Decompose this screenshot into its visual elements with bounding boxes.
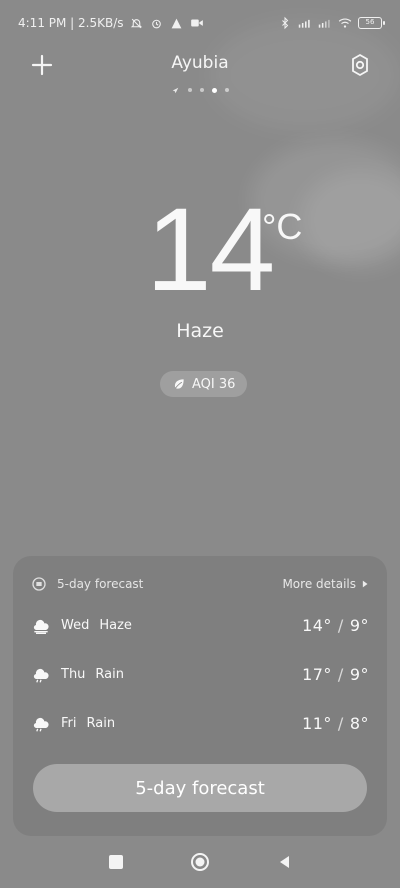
forecast-header: 5-day forecast More details — [31, 574, 369, 594]
home-circle-icon — [191, 853, 209, 871]
forecast-temperature: 14°/9° — [302, 616, 369, 635]
wifi-icon — [338, 16, 352, 30]
square-icon — [109, 855, 123, 869]
temperature-block: 14 °C — [0, 190, 400, 320]
forecast-title-group: 5-day forecast — [31, 576, 143, 592]
temperature-separator: / — [337, 615, 344, 635]
forecast-row-left: Wed Haze — [31, 615, 132, 635]
page-indicator — [0, 86, 400, 94]
current-condition: Haze — [176, 320, 224, 342]
forecast-condition: Rain — [95, 666, 124, 682]
video-camera-icon — [190, 16, 204, 30]
temperature-value: 14 — [146, 184, 275, 316]
forecast-day: Wed — [61, 617, 90, 633]
aqi-label: AQI 36 — [192, 376, 236, 392]
more-details-label: More details — [282, 577, 356, 591]
forecast-condition: Rain — [86, 715, 116, 731]
forecast-temperature: 17°/9° — [302, 665, 369, 684]
haze-icon — [31, 615, 51, 635]
signal-icon — [298, 16, 312, 30]
recent-apps-button[interactable] — [105, 851, 127, 873]
forecast-low: 9° — [349, 615, 369, 635]
home-button[interactable] — [189, 851, 211, 873]
status-right: 56 — [278, 16, 385, 30]
calendar-icon — [32, 577, 46, 591]
temperature-unit: °C — [262, 206, 303, 247]
page-dot-active[interactable] — [211, 87, 217, 93]
forecast-high: 14° — [302, 615, 332, 635]
time-and-speed: 4:11 PM | 2.5KB/s — [18, 16, 124, 30]
page-dot[interactable] — [224, 88, 229, 92]
location-arrow-icon — [172, 86, 180, 94]
leaf-icon — [174, 379, 184, 389]
forecast-temperature: 11°/8° — [302, 714, 369, 733]
settings-button[interactable] — [346, 51, 374, 79]
bluetooth-icon — [278, 16, 292, 30]
page-dot[interactable] — [199, 88, 204, 92]
forecast-row-left: Fri Rain — [31, 713, 115, 733]
forecast-row-thu[interactable]: Thu Rain 17°/9° — [31, 660, 369, 688]
forecast-low: 8° — [349, 713, 369, 733]
forecast-row-left: Thu Rain — [31, 664, 124, 684]
forecast-title: 5-day forecast — [57, 577, 144, 591]
mute-alarm-icon — [130, 16, 144, 30]
rain-icon — [31, 664, 51, 684]
more-details-link[interactable]: More details — [282, 577, 369, 591]
five-day-forecast-button[interactable]: 5-day forecast — [33, 764, 367, 812]
back-triangle-icon — [280, 856, 289, 868]
forecast-high: 11° — [302, 713, 332, 733]
forecast-row-wed[interactable]: Wed Haze 14°/9° — [31, 611, 369, 639]
forecast-card: 5-day forecast More details Wed Haze 14°… — [13, 556, 387, 836]
temperature-separator: / — [337, 664, 344, 684]
temperature-separator: / — [337, 713, 344, 733]
top-app-bar: Ayubia — [0, 46, 400, 88]
forecast-row-fri[interactable]: Fri Rain 11°/8° — [31, 709, 369, 737]
navigation-icon — [170, 16, 184, 30]
forecast-high: 17° — [302, 664, 332, 684]
battery-icon: 56 — [358, 17, 385, 29]
alarm-clock-icon — [150, 16, 164, 30]
city-title: Ayubia — [171, 53, 229, 73]
system-navigation-bar — [0, 836, 400, 888]
chevron-right-icon — [362, 580, 368, 588]
status-bar: 4:11 PM | 2.5KB/s 56 — [0, 0, 400, 46]
forecast-day: Thu — [61, 666, 86, 682]
forecast-condition: Haze — [99, 617, 132, 633]
aqi-badge[interactable]: AQI 36 — [160, 371, 248, 397]
status-left: 4:11 PM | 2.5KB/s — [18, 16, 204, 30]
forecast-low: 9° — [349, 664, 369, 684]
forecast-day: Fri — [61, 715, 77, 731]
page-dot[interactable] — [187, 88, 192, 92]
gear-icon — [352, 53, 368, 77]
back-button[interactable] — [273, 851, 295, 873]
rain-icon — [31, 713, 51, 733]
signal-icon — [318, 16, 332, 30]
